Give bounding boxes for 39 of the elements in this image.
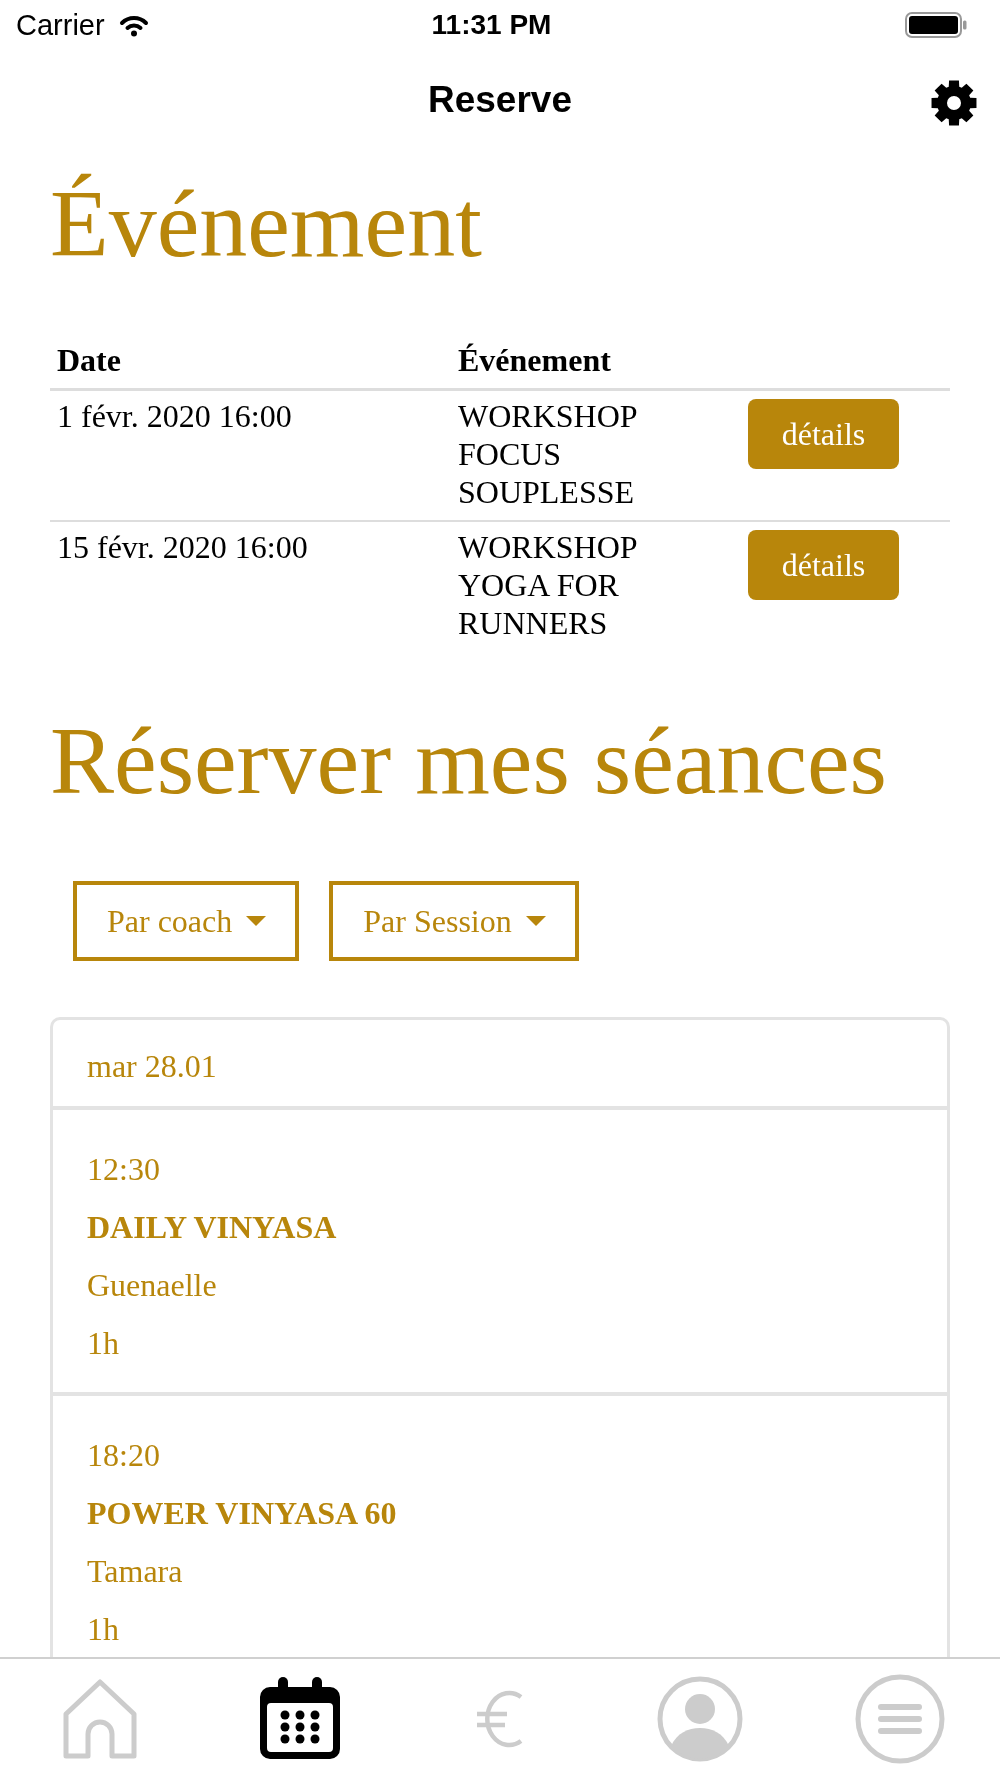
house-icon: [62, 1677, 138, 1760]
home-tab[interactable]: [62, 1677, 138, 1760]
menu-icon: [854, 1672, 946, 1765]
calendar-icon: [258, 1676, 342, 1761]
carrier-label: Carrier: [16, 8, 105, 42]
event-cell-text: WORKSHOP FOCUS SOUPLESSE: [458, 397, 638, 511]
person-icon: [657, 1675, 743, 1762]
coach-name: Tamara: [87, 1552, 183, 1590]
caret-icon: [246, 916, 267, 926]
day-label: mar 28.01: [87, 1048, 217, 1084]
details-button[interactable]: détails: [748, 530, 899, 600]
clock-time: 11:31 PM: [431, 9, 552, 41]
session-item[interactable]: 12:30 DAILY VINYASA Guenaelle 1h: [53, 1110, 947, 1396]
details-button[interactable]: détails: [748, 399, 899, 469]
filter-dropdown[interactable]: Par Session: [329, 881, 579, 961]
session-time: 12:30: [87, 1150, 160, 1188]
session-time: 18:20: [87, 1436, 160, 1474]
session-name: DAILY VINYASA: [87, 1208, 337, 1246]
menu-tab[interactable]: [854, 1672, 946, 1765]
date-cell-text: 1 févr. 2020 16:00: [56, 397, 292, 435]
screen-title: Reserve: [428, 79, 572, 121]
coach-name: Guenaelle: [87, 1266, 217, 1304]
session-duration: 1h: [87, 1324, 119, 1362]
column-header: Date: [56, 341, 121, 379]
profile-tab[interactable]: [657, 1675, 743, 1762]
section-heading: Événement: [50, 169, 482, 279]
event-cell-text: WORKSHOP YOGA FOR RUNNERS: [458, 528, 638, 642]
filter-dropdown[interactable]: Par coach: [73, 881, 300, 961]
column-header: Événement: [458, 341, 611, 379]
settings-icon[interactable]: [930, 79, 978, 127]
date-cell-text: 15 févr. 2020 16:00: [56, 528, 308, 566]
session-item[interactable]: 18:20 POWER VINYASA 60 Tamara 1h: [53, 1396, 947, 1657]
session-name: POWER VINYASA 60: [87, 1494, 397, 1532]
calendar-tab[interactable]: [258, 1676, 342, 1761]
wifi-icon: [118, 13, 149, 37]
section-heading: Réserver mes séances: [50, 706, 887, 816]
battery-icon: [905, 12, 967, 38]
caret-icon: [525, 916, 546, 926]
session-duration: 1h: [87, 1610, 119, 1648]
